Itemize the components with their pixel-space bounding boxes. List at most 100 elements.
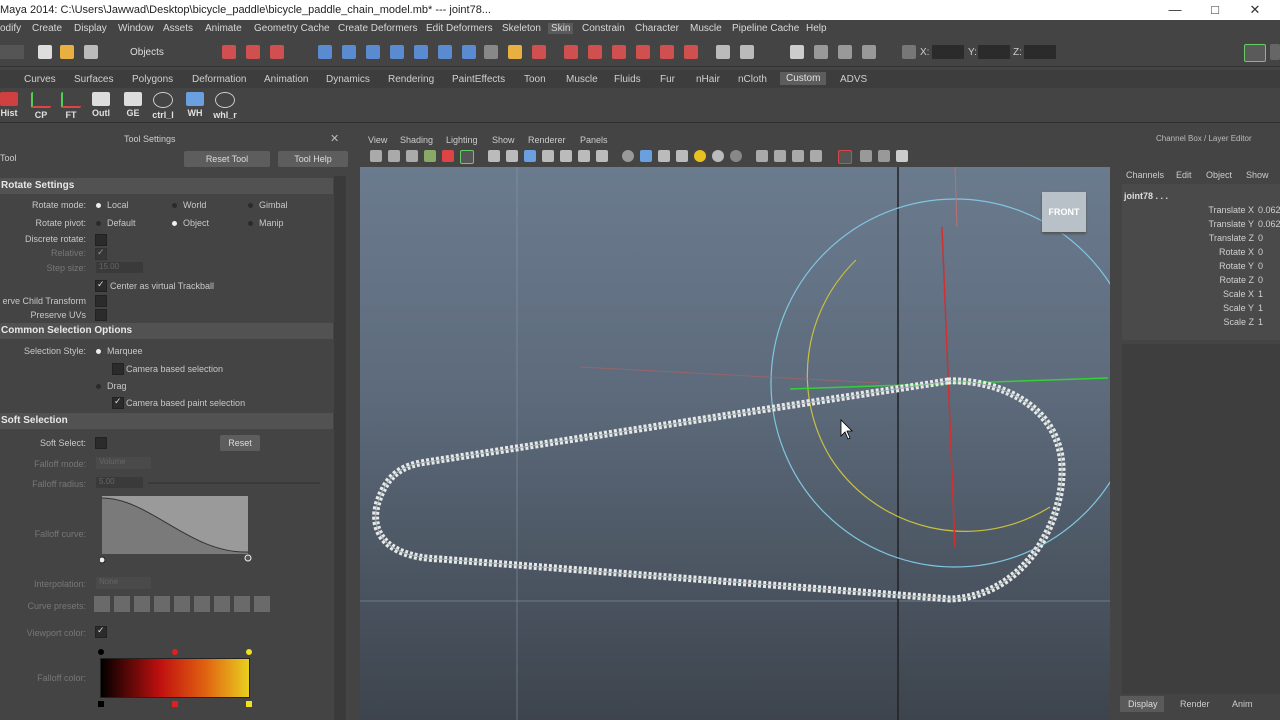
- input-ops-icon[interactable]: [716, 45, 730, 59]
- falloff-radius-field[interactable]: 5.00: [96, 477, 143, 488]
- render-view-icon[interactable]: [790, 45, 804, 59]
- selection-mode-dropdown[interactable]: Objects: [130, 47, 164, 58]
- viewport-menu-panels[interactable]: Panels: [580, 135, 608, 145]
- common-selection-header[interactable]: Common Selection Options: [0, 323, 333, 339]
- layer-tab-anim[interactable]: Anim: [1232, 699, 1253, 709]
- textured-icon[interactable]: [640, 150, 652, 162]
- motion-blur-icon[interactable]: [730, 150, 742, 162]
- viewport-extra-icon[interactable]: [878, 150, 890, 162]
- wireframe-icon[interactable]: [578, 150, 590, 162]
- channel-menu-channels[interactable]: Channels: [1126, 170, 1164, 180]
- channel-box-toggle-icon[interactable]: [1270, 44, 1280, 60]
- discrete-rotate-checkbox[interactable]: [95, 234, 107, 246]
- menu-muscle[interactable]: Muscle: [690, 23, 722, 34]
- select-camera-icon[interactable]: [370, 150, 382, 162]
- soft-select-checkbox[interactable]: [95, 437, 107, 449]
- curve-preset-icon[interactable]: [174, 596, 190, 612]
- shelf-tab-fur[interactable]: Fur: [660, 74, 675, 85]
- shelf-tab-custom[interactable]: Custom: [780, 72, 827, 85]
- viewport-menu-view[interactable]: View: [368, 135, 387, 145]
- ramp-key-black[interactable]: [98, 649, 104, 655]
- channel-menu-object[interactable]: Object: [1206, 170, 1232, 180]
- center-trackball-checkbox[interactable]: [95, 279, 107, 292]
- shelf-tab-nhair[interactable]: nHair: [696, 74, 720, 85]
- rotate-pivot-object[interactable]: Object: [172, 218, 209, 228]
- select-component-icon[interactable]: [270, 45, 284, 59]
- attr-rotate-z-value[interactable]: 0: [1258, 275, 1263, 285]
- ramp-marker[interactable]: [172, 701, 178, 707]
- viewport-menu-shading[interactable]: Shading: [400, 135, 433, 145]
- menu-window[interactable]: Window: [118, 23, 154, 34]
- selection-style-marquee[interactable]: Marquee: [96, 346, 143, 356]
- curve-preset-icon[interactable]: [134, 596, 150, 612]
- snap-point-icon[interactable]: [612, 45, 626, 59]
- interpolation-dropdown[interactable]: None: [96, 577, 151, 589]
- menu-help[interactable]: Help: [806, 23, 827, 34]
- channel-menu-show[interactable]: Show: [1246, 170, 1269, 180]
- open-scene-icon[interactable]: [60, 45, 74, 59]
- menu-pipeline-cache[interactable]: Pipeline Cache: [732, 23, 799, 34]
- panel-scrollbar[interactable]: [334, 176, 346, 720]
- shelf-tab-deformation[interactable]: Deformation: [192, 74, 246, 85]
- rotate-mode-world[interactable]: World: [172, 200, 206, 210]
- viewport-menu-show[interactable]: Show: [492, 135, 515, 145]
- snap-curve-icon[interactable]: [588, 45, 602, 59]
- output-ops-icon[interactable]: [740, 45, 754, 59]
- select-by-surface-icon[interactable]: [390, 45, 404, 59]
- hud-icon[interactable]: [838, 150, 852, 164]
- shelf-button-cp[interactable]: CP: [28, 92, 54, 120]
- menu-display[interactable]: Display: [74, 23, 107, 34]
- ramp-marker[interactable]: [246, 701, 252, 707]
- shelf-tab-advs[interactable]: ADVS: [840, 74, 867, 85]
- menu-animate[interactable]: Animate: [205, 23, 242, 34]
- panel-close-icon[interactable]: ✕: [330, 132, 339, 145]
- falloff-mode-dropdown[interactable]: Volume: [96, 457, 151, 469]
- resolution-gate-icon[interactable]: [488, 150, 500, 162]
- menu-edit-deformers[interactable]: Edit Deformers: [426, 23, 493, 34]
- soft-select-reset-button[interactable]: Reset: [220, 435, 260, 451]
- isolate-select-icon[interactable]: [756, 150, 768, 162]
- xray-icon[interactable]: [774, 150, 786, 162]
- shelf-tab-fluids[interactable]: Fluids: [614, 74, 641, 85]
- select-misc-icon[interactable]: [484, 45, 498, 59]
- falloff-color-ramp[interactable]: [100, 658, 250, 698]
- rotate-mode-gimbal[interactable]: Gimbal: [248, 200, 288, 210]
- image-plane-icon[interactable]: [424, 150, 436, 162]
- ramp-key-red[interactable]: [172, 649, 178, 655]
- menu-modify[interactable]: odify: [0, 23, 21, 34]
- shelf-tab-painteffects[interactable]: PaintEffects: [452, 74, 505, 85]
- menu-character[interactable]: Character: [635, 23, 679, 34]
- lock-selection-icon[interactable]: [508, 45, 522, 59]
- gate-mask-icon[interactable]: [506, 150, 518, 162]
- save-scene-icon[interactable]: [84, 45, 98, 59]
- attr-rotate-x-value[interactable]: 0: [1258, 247, 1263, 257]
- smooth-shade-icon[interactable]: [596, 150, 608, 162]
- grid-toggle-icon[interactable]: [442, 150, 454, 162]
- panel-layout-icon[interactable]: [896, 150, 908, 162]
- select-by-joint-icon[interactable]: [342, 45, 356, 59]
- step-size-field[interactable]: 15.00: [96, 262, 143, 273]
- curve-preset-icon[interactable]: [194, 596, 210, 612]
- viewport-menu-renderer[interactable]: Renderer: [528, 135, 566, 145]
- curve-preset-icon[interactable]: [234, 596, 250, 612]
- shelf-tab-dynamics[interactable]: Dynamics: [326, 74, 370, 85]
- shelf-tab-muscle[interactable]: Muscle: [566, 74, 598, 85]
- soft-selection-header[interactable]: Soft Selection: [0, 413, 333, 429]
- attr-scale-y-value[interactable]: 1: [1258, 303, 1263, 313]
- snap-grid-icon[interactable]: [564, 45, 578, 59]
- render-frame-icon[interactable]: [814, 45, 828, 59]
- attr-rotate-y-value[interactable]: 0: [1258, 261, 1263, 271]
- film-gate-icon[interactable]: [460, 150, 474, 164]
- shelf-button-ctrl-l[interactable]: ctrl_l: [150, 92, 176, 120]
- ramp-marker[interactable]: [98, 701, 104, 707]
- cube-view-icon[interactable]: [622, 150, 634, 162]
- selection-style-drag[interactable]: Drag: [96, 381, 127, 391]
- curve-preset-icon[interactable]: [254, 596, 270, 612]
- viewcube[interactable]: FRONT: [1042, 192, 1086, 232]
- xray-components-icon[interactable]: [810, 150, 822, 162]
- channel-menu-edit[interactable]: Edit: [1176, 170, 1192, 180]
- tool-help-button[interactable]: Tool Help: [278, 151, 348, 167]
- ipr-render-icon[interactable]: [838, 45, 852, 59]
- select-by-render-icon[interactable]: [462, 45, 476, 59]
- select-by-dynamic-icon[interactable]: [438, 45, 452, 59]
